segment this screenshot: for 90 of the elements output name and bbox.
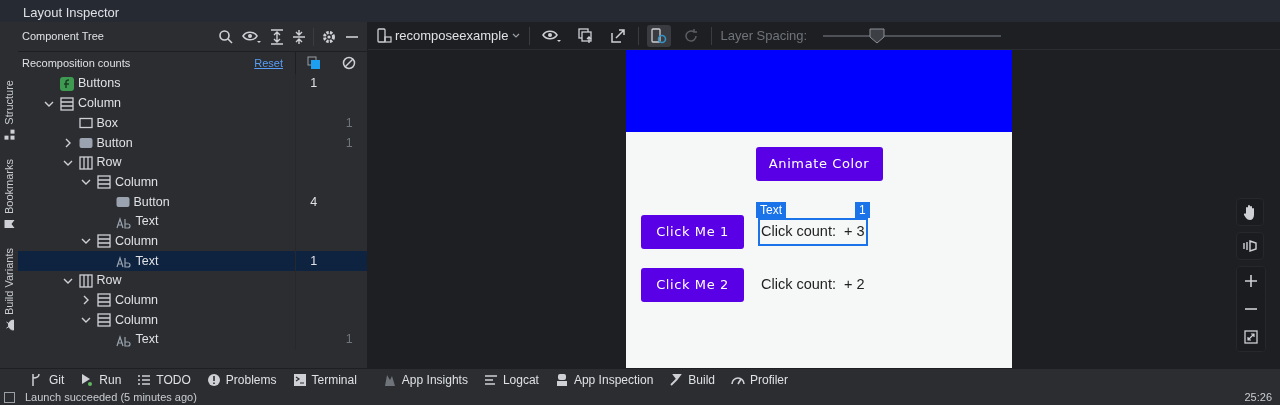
node-label: Buttons (78, 75, 121, 93)
skip-icon (342, 56, 357, 70)
tool-window-button[interactable]: Terminal (286, 370, 367, 389)
recomposition-count: 1 (309, 75, 319, 93)
click-me-button[interactable]: Click Me 2 (641, 268, 744, 302)
status-message: Launch succeeded (5 minutes ago) (25, 390, 197, 405)
live-updates-toggle[interactable] (647, 24, 672, 47)
node-label: Text (135, 331, 159, 349)
node-label: Column (78, 95, 122, 113)
row-icon (78, 273, 93, 288)
row-icon (78, 155, 93, 170)
animate-color-button[interactable]: Animate Color (755, 147, 883, 181)
tree-row[interactable]: Column (18, 172, 367, 193)
overlay-count: 1 (854, 202, 870, 219)
tool-window-button[interactable]: App Inspection (548, 370, 664, 389)
layer-spacing-label: Layer Spacing: (720, 26, 808, 45)
build-icon (669, 372, 684, 387)
node-label: Column (115, 173, 159, 191)
tree-row[interactable]: Buttons 1 (18, 74, 367, 94)
tool-window-button[interactable]: Build (663, 370, 725, 389)
panel-icon[interactable] (4, 392, 15, 403)
column-icon (97, 293, 111, 308)
skip-count: 1 (344, 114, 354, 132)
click-count-text: Click count: + 3 (758, 218, 868, 246)
column-icon (60, 96, 74, 111)
layers-icon[interactable] (1236, 232, 1264, 260)
skip-count: 1 (344, 331, 354, 349)
inspection-icon (554, 372, 569, 387)
node-label: Text (135, 213, 159, 231)
tree-row[interactable]: Box 1 (18, 113, 367, 134)
problems-icon (206, 372, 221, 387)
reset-link[interactable]: Reset (254, 54, 283, 72)
skip-count: 1 (344, 134, 354, 152)
pan-icon[interactable] (1236, 198, 1264, 226)
tool-window-button[interactable]: Git (24, 370, 75, 389)
panel-title: Component Tree (22, 29, 104, 45)
bookmark-icon (3, 217, 15, 230)
click-me-button[interactable]: Click Me 1 (641, 215, 744, 249)
tool-window-button[interactable]: Profiler (725, 370, 799, 389)
device-icon (376, 27, 392, 44)
structure-icon (3, 128, 15, 141)
box-icon (78, 116, 93, 131)
tree-row[interactable]: Text (18, 211, 367, 232)
list-icon (137, 372, 152, 387)
button-icon (78, 135, 93, 150)
clock-time: 25:26 (1244, 390, 1272, 405)
node-label: Row (96, 154, 122, 172)
recompositions-icon (306, 56, 321, 70)
side-tab[interactable]: Build Variants (0, 247, 18, 331)
tree-row[interactable]: Row (18, 270, 367, 291)
compose-icon (60, 76, 74, 91)
column-icon (97, 313, 111, 328)
column-icon (97, 234, 111, 249)
slider-thumb[interactable] (868, 27, 885, 44)
tool-window-button[interactable]: Run (74, 370, 132, 389)
tree-row[interactable]: Text 1 (18, 329, 367, 350)
node-label: Column (115, 292, 159, 310)
tree-row[interactable]: Row (18, 152, 367, 173)
tree-row[interactable]: Text 1 (18, 251, 367, 271)
layer-spacing-slider[interactable] (823, 27, 1002, 44)
terminal-icon (292, 372, 307, 387)
tree-row[interactable]: Column (18, 290, 367, 311)
recomposition-count: 4 (309, 193, 319, 211)
recomposition-label: Recomposition counts (22, 55, 131, 71)
tree-row[interactable]: Button 4 (18, 192, 367, 212)
tree-row[interactable]: Column (18, 310, 367, 330)
column-icon (97, 175, 111, 190)
process-dropdown[interactable]: recomposeexample (376, 25, 522, 46)
node-label: Row (96, 272, 122, 290)
node-label: Text (135, 252, 159, 270)
node-label: Button (96, 134, 133, 152)
click-count-text: Click count: + 2 (760, 275, 866, 295)
run-icon (80, 372, 95, 387)
tool-window-button[interactable]: Problems (200, 370, 287, 389)
recomposition-count: 1 (309, 252, 319, 270)
node-label: Box (96, 114, 119, 132)
node-label: Column (115, 232, 159, 250)
logcat-icon (483, 372, 498, 387)
button-icon (115, 194, 130, 209)
tool-window-button[interactable]: TODO (131, 370, 201, 389)
window-title: Layout Inspector (0, 0, 1280, 22)
overlay-label: Text (756, 202, 786, 219)
tool-window-button[interactable]: App Insights (376, 370, 478, 389)
tree-row[interactable]: Column (18, 93, 367, 114)
side-tab[interactable]: Bookmarks (0, 158, 18, 230)
tool-window-button[interactable]: Logcat (477, 370, 549, 389)
tree-row[interactable]: Button 1 (18, 133, 367, 153)
node-label: Column (115, 311, 159, 329)
node-label: Button (133, 193, 170, 211)
side-tab[interactable]: Structure (0, 80, 18, 141)
